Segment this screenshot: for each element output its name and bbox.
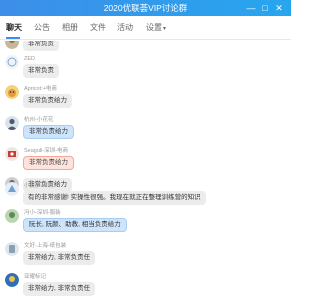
avatar[interactable] — [5, 116, 19, 130]
avatar[interactable] — [5, 85, 19, 99]
message-bubble[interactable]: 非常负责 — [23, 64, 59, 78]
avatar[interactable] — [5, 41, 19, 49]
tab-activity[interactable]: 活动 — [117, 22, 133, 34]
message-bubble[interactable]: 阮长, 阮颜、助教, 相当负责给力 — [23, 218, 127, 232]
avatar[interactable] — [5, 242, 19, 256]
sender-name[interactable]: Apricot:+电商 — [24, 85, 57, 93]
sender-name[interactable]: 杭州-小花花 — [24, 116, 53, 124]
message-bubble[interactable]: 有的非常感谢! 实操性很强。我现在就正在整理训练营的知识 — [23, 191, 206, 205]
tab-notice[interactable]: 公告 — [34, 22, 50, 34]
chevron-down-icon: ▾ — [163, 26, 167, 32]
avatar[interactable] — [5, 273, 19, 287]
group-tab-bar: 聊天 公告 相册 文件 活动 设置▾ — [0, 16, 291, 40]
window-titlebar: 2020优联荟VIP讨论群 — □ ✕ — [0, 0, 291, 16]
avatar[interactable] — [5, 209, 19, 223]
message-bubble[interactable]: 非常负责给力 — [23, 125, 74, 139]
avatar[interactable] — [5, 182, 19, 196]
tab-settings[interactable]: 设置▾ — [146, 22, 166, 35]
chat-scrollbar[interactable] — [284, 41, 288, 305]
sender-name[interactable]: 亚耀标记 — [24, 273, 46, 281]
tab-file[interactable]: 文件 — [90, 22, 106, 34]
message-bubble[interactable]: 非常负责给力 — [23, 156, 74, 170]
sender-name[interactable]: 文好-上海-纸包装 — [24, 242, 66, 250]
avatar[interactable] — [5, 55, 19, 69]
tab-album[interactable]: 相册 — [62, 22, 78, 34]
message-bubble[interactable]: 非常给力, 非常负责任 — [23, 251, 96, 265]
message-bubble[interactable]: 非常负责给力 — [23, 94, 72, 108]
sender-name[interactable]: Seagull-深圳-电商 — [24, 147, 68, 155]
message-bubble[interactable]: 非常负责 — [23, 41, 59, 51]
chat-message-list[interactable]: 非常负责 ZED 非常负责 Apricot:+电商 非常负责给力 杭州-小花花 … — [0, 41, 291, 305]
active-tab-indicator — [6, 37, 20, 39]
minimize-button[interactable]: — — [244, 1, 258, 15]
sender-name[interactable]: 冯小-深圳-服装 — [24, 209, 61, 217]
close-button[interactable]: ✕ — [272, 1, 286, 15]
sender-name[interactable]: 小度梦-深圳 — [24, 182, 53, 190]
sender-name[interactable]: ZED — [24, 55, 35, 63]
maximize-button[interactable]: □ — [258, 1, 272, 15]
tab-chat[interactable]: 聊天 — [6, 22, 22, 34]
avatar[interactable] — [5, 147, 19, 161]
message-bubble[interactable]: 非常给力, 非常负责任 — [23, 282, 96, 296]
tab-settings-label: 设置 — [146, 23, 162, 32]
